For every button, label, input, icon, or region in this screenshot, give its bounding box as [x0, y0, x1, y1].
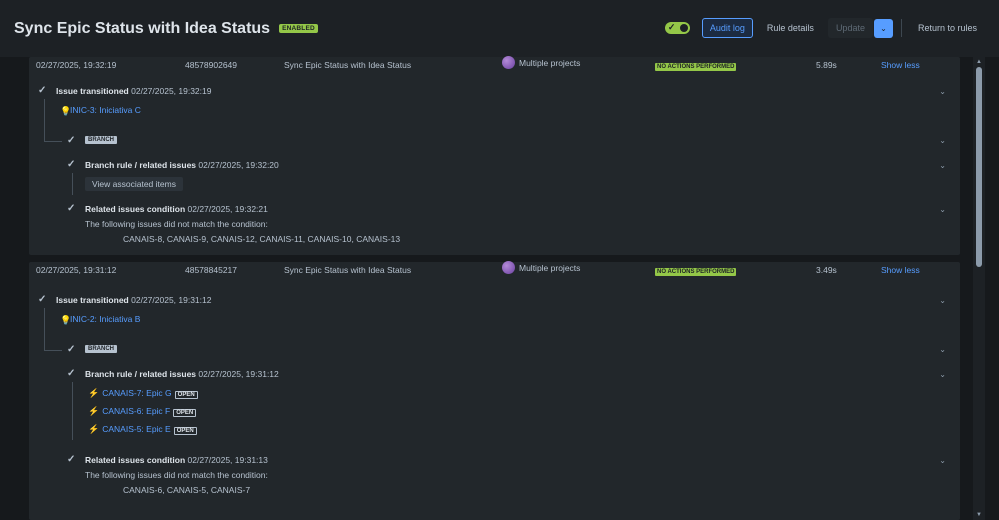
status-badge: ENABLED — [279, 24, 318, 33]
trigger-step[interactable]: Issue transitioned 02/27/2025, 19:31:12 — [56, 295, 211, 305]
condition-step[interactable]: Related issues condition 02/27/2025, 19:… — [85, 455, 268, 465]
chevron-down-icon[interactable]: ⌄ — [939, 296, 946, 305]
scroll-down-icon[interactable]: ▼ — [976, 512, 982, 518]
trigger-issue-link[interactable]: 💡INIC-2: Iniciativa B — [60, 314, 140, 325]
chevron-down-icon[interactable]: ⌄ — [939, 161, 946, 170]
entry-date: 02/27/2025, 19:32:19 — [36, 60, 117, 70]
check-icon: ✓ — [67, 135, 76, 146]
check-icon: ✓ — [67, 454, 76, 465]
show-less-link[interactable]: Show less — [881, 60, 920, 70]
check-icon: ✓ — [67, 159, 76, 170]
chevron-down-icon[interactable]: ⌄ — [939, 456, 946, 465]
chevron-down-icon[interactable]: ⌄ — [873, 18, 893, 38]
audit-entry-header[interactable]: 02/27/2025, 19:31:12 48578845217 Sync Ep… — [29, 261, 960, 282]
entry-scope: Multiple projects — [502, 261, 580, 275]
condition-issues: CANAIS-8, CANAIS-9, CANAIS-12, CANAIS-11… — [123, 234, 401, 244]
condition-text: The following issues did not match the c… — [85, 219, 268, 229]
audit-entry: 02/27/2025, 19:31:12 48578845217 Sync Ep… — [29, 261, 960, 520]
lightbulb-icon: 💡 — [60, 105, 72, 116]
entry-date: 02/27/2025, 19:31:12 — [36, 265, 117, 275]
entry-status: NO ACTIONS PERFORMED — [655, 265, 737, 276]
scroll-up-icon[interactable]: ▲ — [976, 59, 982, 65]
chevron-down-icon[interactable]: ⌄ — [939, 205, 946, 214]
vertical-scrollbar[interactable]: ▲ ▼ — [973, 57, 985, 520]
condition-issues: CANAIS-6, CANAIS-5, CANAIS-7 — [123, 485, 251, 495]
related-issue-link[interactable]: ⚡ CANAIS-6: Epic F OPEN — [88, 406, 197, 417]
trigger-step[interactable]: Issue transitioned 02/27/2025, 19:32:19 — [56, 86, 211, 96]
audit-log-list[interactable]: 02/27/2025, 19:32:19 48578902649 Sync Ep… — [0, 56, 999, 520]
page-title: Sync Epic Status with Idea Status — [14, 19, 271, 37]
header-actions: ✓ Audit log Rule details Update ⌄ Return… — [664, 18, 985, 38]
condition-step[interactable]: Related issues condition 02/27/2025, 19:… — [85, 204, 268, 214]
rule-enabled-toggle[interactable]: ✓ — [664, 22, 690, 34]
entry-id: 48578902649 — [185, 60, 238, 70]
branch-badge: BRANCH — [85, 136, 117, 144]
view-associated-items-button[interactable]: View associated items — [85, 177, 183, 191]
chevron-down-icon[interactable]: ⌄ — [939, 370, 946, 379]
update-button[interactable]: Update — [827, 18, 873, 38]
entry-rule-name: Sync Epic Status with Idea Status — [284, 265, 412, 275]
scroll-thumb[interactable] — [976, 67, 982, 267]
open-status-badge: OPEN — [174, 391, 198, 399]
condition-text: The following issues did not match the c… — [85, 470, 268, 480]
branch-badge: BRANCH — [85, 345, 117, 353]
check-icon: ✓ — [38, 85, 47, 96]
epic-icon: ⚡ — [88, 388, 100, 398]
globe-icon — [502, 261, 515, 274]
page-header: Sync Epic Status with Idea Status ENABLE… — [0, 0, 999, 57]
check-icon: ✓ — [67, 203, 76, 214]
entry-duration: 3.49s — [816, 265, 837, 275]
entry-status: NO ACTIONS PERFORMED — [655, 60, 737, 71]
related-issue-link[interactable]: ⚡ CANAIS-7: Epic G OPEN — [88, 388, 198, 399]
audit-log-button[interactable]: Audit log — [701, 18, 753, 38]
globe-icon — [502, 56, 515, 69]
branch-rule-step[interactable]: Branch rule / related issues 02/27/2025,… — [85, 160, 279, 170]
open-status-badge: OPEN — [173, 427, 197, 435]
trigger-issue-link[interactable]: 💡INIC-3: Iniciativa C — [60, 105, 141, 116]
check-icon: ✓ — [67, 368, 76, 379]
chevron-down-icon[interactable]: ⌄ — [939, 345, 946, 354]
epic-icon: ⚡ — [88, 406, 100, 416]
entry-duration: 5.89s — [816, 60, 837, 70]
audit-entry: 02/27/2025, 19:32:19 48578902649 Sync Ep… — [29, 56, 960, 255]
audit-entry-header[interactable]: 02/27/2025, 19:32:19 48578902649 Sync Ep… — [29, 56, 960, 77]
chevron-down-icon[interactable]: ⌄ — [939, 87, 946, 96]
chevron-down-icon[interactable]: ⌄ — [939, 136, 946, 145]
open-status-badge: OPEN — [173, 409, 197, 417]
entry-id: 48578845217 — [185, 265, 238, 275]
entry-rule-name: Sync Epic Status with Idea Status — [284, 60, 412, 70]
no-actions-badge: NO ACTIONS PERFORMED — [655, 268, 737, 276]
update-split-button: Update ⌄ — [827, 18, 893, 38]
return-to-rules-button[interactable]: Return to rules — [910, 18, 985, 38]
epic-icon: ⚡ — [88, 424, 100, 434]
rule-details-button[interactable]: Rule details — [759, 18, 822, 38]
lightbulb-icon: 💡 — [60, 314, 72, 325]
check-icon: ✓ — [67, 344, 76, 355]
related-issue-link[interactable]: ⚡ CANAIS-5: Epic E OPEN — [88, 424, 197, 435]
show-less-link[interactable]: Show less — [881, 265, 920, 275]
check-icon: ✓ — [38, 294, 47, 305]
entry-scope: Multiple projects — [502, 56, 580, 70]
check-icon: ✓ — [667, 22, 676, 32]
branch-rule-step[interactable]: Branch rule / related issues 02/27/2025,… — [85, 369, 279, 379]
no-actions-badge: NO ACTIONS PERFORMED — [655, 63, 737, 71]
